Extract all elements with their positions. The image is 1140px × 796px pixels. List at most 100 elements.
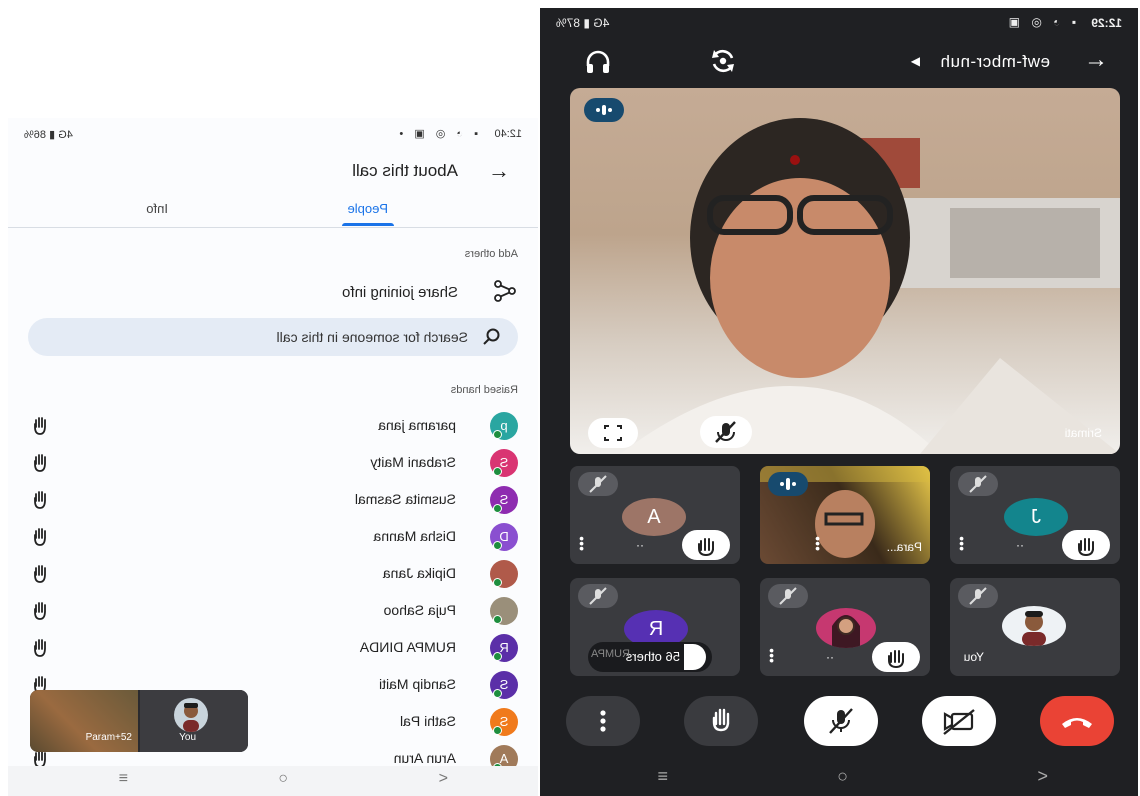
participant-row[interactable]: Puja Sahoo xyxy=(28,593,518,629)
status-bar: 12:29 ▪ ◔ ◎ ▣ 4G ▮ 87% xyxy=(540,12,1138,34)
participant-row[interactable]: D Disha Manna xyxy=(28,519,518,555)
participant-video: Param+52 xyxy=(30,690,138,752)
page-title: About this call xyxy=(352,161,458,180)
participant-tile-para[interactable]: Para... • • • xyxy=(760,466,930,564)
share-label: Share joining info xyxy=(342,284,458,301)
call-top-bar: ← ewf-mbcr-nuh ▶ xyxy=(540,44,1138,80)
participant-name: Arun Arun xyxy=(393,750,456,766)
raise-hand-icon xyxy=(712,708,730,732)
raised-hand-icon xyxy=(28,525,52,549)
add-others-label: Add others xyxy=(464,248,518,260)
presence-dot xyxy=(493,726,502,735)
presence-dot xyxy=(493,689,502,698)
participant-row[interactable]: S Susmita Sasmal xyxy=(28,482,518,518)
mic-off-icon xyxy=(829,708,853,734)
tab-info[interactable]: Info xyxy=(146,201,168,216)
more-options-icon[interactable]: • • • xyxy=(815,530,820,556)
navigation-bar: < ○ ≡ xyxy=(8,766,538,796)
raised-hand-icon xyxy=(684,644,706,670)
participant-name: RUMPA DINDA xyxy=(359,639,456,655)
presence-dot xyxy=(493,541,502,550)
more-options-button[interactable] xyxy=(566,696,640,746)
fullscreen-button[interactable] xyxy=(588,418,638,448)
self-label: You xyxy=(179,732,196,743)
others-count: 56 others xyxy=(625,649,680,664)
presence-dot xyxy=(493,652,502,661)
avatar: J xyxy=(1004,498,1068,536)
presence-dot xyxy=(493,578,502,587)
participant-name: Dipika Jana xyxy=(382,565,456,581)
raise-hand-button[interactable] xyxy=(684,696,758,746)
nav-recents-icon[interactable]: ≡ xyxy=(657,766,668,787)
participant-tile-a[interactable]: A ·· • • • xyxy=(570,466,740,564)
chevron-right-icon[interactable]: ▶ xyxy=(911,54,920,68)
mic-off-icon xyxy=(768,584,808,608)
mute-participant-button[interactable] xyxy=(700,416,752,448)
more-options-icon[interactable]: • • • xyxy=(769,642,774,668)
more-vert-icon xyxy=(600,710,606,732)
participant-name: Sathi Pal xyxy=(399,713,456,729)
nav-back-icon[interactable]: < xyxy=(1037,766,1048,787)
participant-name: Sandip Maiti xyxy=(378,676,456,692)
camera-toggle-button[interactable] xyxy=(922,696,996,746)
tab-people[interactable]: People xyxy=(348,201,388,216)
main-speaker-tile[interactable]: Srimati xyxy=(570,88,1120,454)
nav-home-icon[interactable]: ○ xyxy=(837,766,848,787)
status-bar: 12:40 ▪ ◔ ◎ ▣ • 4G ▮ 86% xyxy=(8,126,538,146)
speaker-video xyxy=(620,118,1120,454)
participant-name: Disha Manna xyxy=(373,528,457,544)
nav-back-icon[interactable]: < xyxy=(439,770,448,788)
participant-name: Puja Sahoo xyxy=(383,602,456,618)
share-joining-info-button[interactable]: Share joining info xyxy=(38,278,518,308)
status-network: 4G ▮ 86% xyxy=(24,129,73,141)
raised-hand-icon xyxy=(872,642,920,672)
share-icon xyxy=(494,280,516,302)
raised-hand-icon xyxy=(682,530,730,560)
participant-row[interactable]: S Srabani Maity xyxy=(28,445,518,481)
leave-call-button[interactable] xyxy=(1040,696,1114,746)
speaking-indicator xyxy=(584,98,624,122)
nav-recents-icon[interactable]: ≡ xyxy=(119,770,128,788)
participant-row[interactable]: Dipika Jana xyxy=(28,556,518,592)
participant-tile-photo[interactable]: ·· • • • xyxy=(760,578,930,676)
speaker-name: Srimati xyxy=(1064,426,1102,440)
participant-row[interactable]: R RUMPA DINDA xyxy=(28,630,518,666)
status-icons: ▪ ◔ ◎ ▣ xyxy=(1004,15,1076,29)
picture-in-picture-tile[interactable]: You Param+52 xyxy=(30,690,248,752)
participant-tile-you[interactable]: You xyxy=(950,578,1120,676)
switch-camera-icon[interactable] xyxy=(708,46,738,76)
avatar xyxy=(816,608,876,648)
participant-tile-j[interactable]: J ·· • • • xyxy=(950,466,1120,564)
status-network: 4G ▮ 87% xyxy=(556,16,610,30)
participant-name: RUMPA xyxy=(591,648,630,660)
participant-name: Susmita Sasmal xyxy=(354,491,456,507)
mic-toggle-button[interactable] xyxy=(804,696,878,746)
search-input[interactable] xyxy=(68,324,468,350)
participant-row[interactable]: p parama jana xyxy=(28,408,518,444)
search-icon xyxy=(483,328,500,345)
participant-name: parama jana xyxy=(378,417,456,433)
nav-home-icon[interactable]: ○ xyxy=(278,770,288,788)
mic-off-icon xyxy=(715,421,736,443)
more-options-icon[interactable]: • • • xyxy=(579,530,584,556)
arrow-back-icon[interactable]: ← xyxy=(1084,46,1108,74)
raised-hand-icon xyxy=(28,451,52,475)
avatar xyxy=(174,698,208,732)
avatar xyxy=(1002,606,1066,646)
header: ← About this call xyxy=(8,154,538,194)
raised-hand-icon xyxy=(28,414,52,438)
presence-dot xyxy=(493,504,502,513)
headphones-icon[interactable] xyxy=(584,48,612,76)
raised-hand-icon xyxy=(28,599,52,623)
raised-hand-icon xyxy=(28,488,52,512)
more-options-icon[interactable]: • • • xyxy=(959,530,964,556)
avatar: A xyxy=(622,498,686,536)
participant-tile-others[interactable]: R 56 others RUMPA xyxy=(570,578,740,676)
status-time: 12:40 xyxy=(494,128,522,140)
mic-off-icon xyxy=(578,472,618,496)
arrow-back-icon[interactable]: ← xyxy=(488,158,510,184)
tab-bar: People Info xyxy=(8,198,538,228)
meeting-code[interactable]: ewf-mbcr-nuh xyxy=(940,52,1050,72)
status-time: 12:29 xyxy=(1091,16,1122,30)
raised-hands-label: Raised hands xyxy=(450,384,518,396)
